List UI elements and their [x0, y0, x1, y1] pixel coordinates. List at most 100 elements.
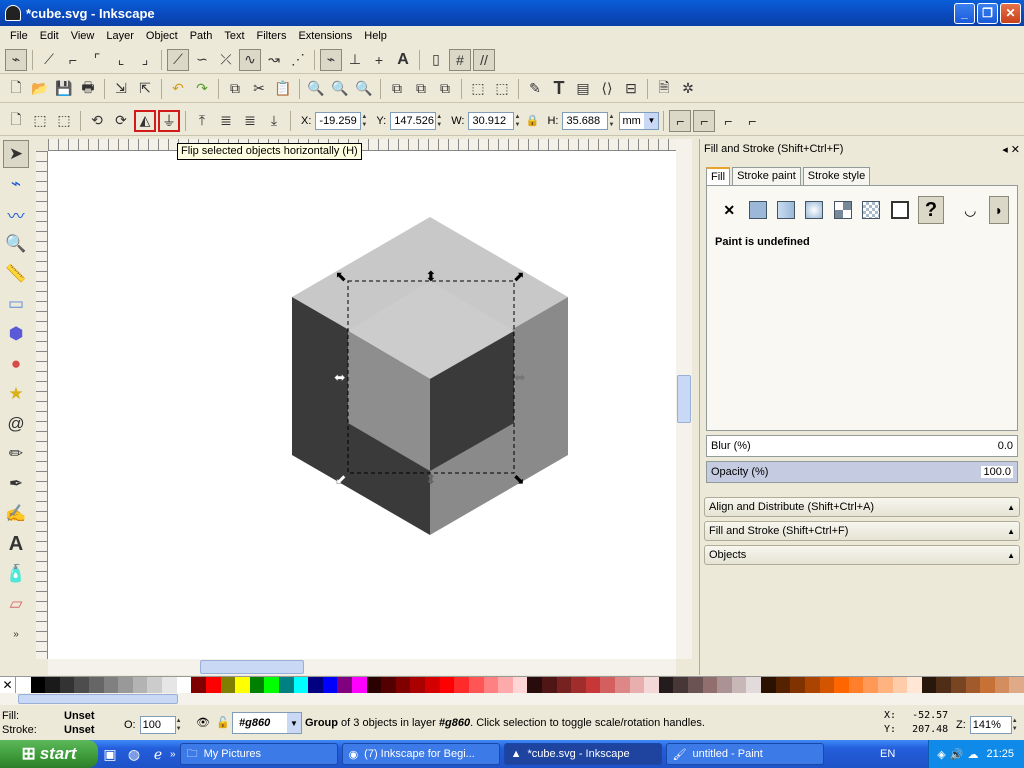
palette-swatch[interactable] — [147, 677, 163, 693]
palette-swatch[interactable] — [541, 677, 557, 693]
palette-swatch[interactable] — [673, 677, 689, 693]
palette-swatch[interactable] — [278, 677, 294, 693]
scale-corners-icon[interactable]: ⌐ — [693, 109, 716, 132]
snap-objects-icon[interactable]: ⌁ — [320, 48, 342, 71]
task-firefox[interactable]: ◉ (7) Inkscape for Begi... — [341, 743, 500, 765]
menu-object[interactable]: Object — [140, 30, 184, 42]
opacity-input[interactable] — [139, 716, 176, 734]
palette-swatch[interactable] — [220, 677, 236, 693]
lower-to-bottom-icon[interactable]: ⤓ — [263, 110, 285, 132]
opacity-spinner[interactable]: ▲ ▼ — [176, 716, 185, 734]
palette-swatch[interactable] — [162, 677, 177, 693]
undo-icon[interactable]: ↶ — [167, 78, 189, 100]
document-properties-icon[interactable]: 🗎 — [653, 78, 675, 100]
blur-value[interactable]: 0.0 — [998, 440, 1013, 452]
palette-swatch[interactable] — [205, 677, 221, 693]
palette-swatch[interactable] — [848, 677, 864, 693]
save-icon[interactable]: 💾 — [53, 78, 75, 100]
palette-swatch[interactable] — [74, 677, 90, 693]
clone-icon[interactable]: ⧉ — [410, 78, 432, 100]
palette-swatch[interactable] — [892, 677, 908, 693]
fill-value[interactable]: Unset — [64, 710, 95, 722]
palette-swatch[interactable] — [498, 677, 513, 693]
preferences-icon[interactable]: ✲ — [677, 78, 699, 100]
tray-help-icon[interactable]: ◈ — [937, 748, 945, 761]
snap-cusp-icon[interactable]: ↝ — [263, 49, 285, 71]
spray-tool-icon[interactable]: 🧴 — [3, 560, 29, 588]
ellipse-tool-icon[interactable]: ● — [3, 350, 29, 378]
horizontal-scrollbar[interactable] — [48, 659, 676, 675]
vertical-scrollbar[interactable] — [676, 139, 692, 659]
palette-swatch[interactable] — [59, 677, 75, 693]
opacity-slider[interactable]: Opacity (%) 100.0 — [706, 461, 1018, 483]
palette-swatch[interactable] — [761, 677, 776, 693]
raise-to-top-icon[interactable]: ⤒ — [191, 110, 213, 132]
fill-stroke-icon[interactable]: ✎ — [524, 78, 546, 100]
palette-swatch[interactable] — [1009, 677, 1024, 693]
task-paint[interactable]: 🖌 untitled - Paint — [665, 743, 824, 765]
scale-handle-w[interactable]: ⬌ — [334, 369, 346, 385]
more-tools-icon[interactable]: » — [3, 620, 29, 648]
horizontal-ruler[interactable] — [48, 139, 676, 151]
snap-guide-icon[interactable]: // — [473, 48, 495, 71]
select-all-layers-icon[interactable]: ⬚ — [29, 110, 51, 132]
transform-gradients-icon[interactable]: ⌐ — [717, 110, 739, 132]
stroke-value[interactable]: Unset — [64, 724, 95, 736]
layer-select[interactable]: #g860 ▼ — [232, 712, 302, 734]
start-button[interactable]: ⊞ start — [0, 740, 98, 768]
ungroup-icon[interactable]: ⬚ — [491, 78, 513, 100]
layers-icon[interactable]: ▤ — [572, 78, 594, 100]
menu-text[interactable]: Text — [218, 30, 250, 42]
snap-toggle-icon[interactable]: ⌁ — [5, 48, 27, 71]
tray-cloud-icon[interactable]: ☁ — [967, 748, 978, 761]
dock-iconify-icon[interactable]: ◂ — [1002, 144, 1008, 156]
copy-icon[interactable]: ⧉ — [224, 78, 246, 100]
y-spinner[interactable]: ▲ ▼ — [436, 112, 445, 130]
panel-fill-stroke[interactable]: Fill and Stroke (Shift+Ctrl+F) ▲ — [704, 521, 1020, 541]
radial-gradient-icon[interactable] — [804, 199, 824, 221]
palette-swatch[interactable] — [994, 677, 1010, 693]
w-input[interactable] — [468, 111, 515, 130]
scale-handle-e[interactable]: ⬌ — [514, 369, 526, 385]
select-all-icon[interactable]: 🗋 — [5, 110, 27, 132]
w-spinner[interactable]: ▲ ▼ — [514, 112, 523, 130]
palette-swatch[interactable] — [907, 677, 922, 693]
zoom-drawing-icon[interactable]: 🔍 — [329, 78, 351, 100]
rotate-cw-icon[interactable]: ⟳ — [110, 110, 132, 132]
palette-swatch[interactable] — [425, 677, 440, 693]
snap-smooth-icon[interactable]: ∿ — [239, 48, 261, 71]
palette-swatch[interactable] — [936, 677, 951, 693]
rectangle-tool-icon[interactable]: ▭ — [3, 290, 29, 318]
horizontal-scroll-thumb[interactable] — [200, 660, 304, 674]
palette-swatch[interactable] — [308, 677, 323, 693]
palette-swatch[interactable] — [877, 677, 893, 693]
vertical-ruler[interactable] — [36, 151, 48, 659]
selector-tool-icon[interactable]: ➤ — [3, 140, 29, 168]
snap-edges-icon[interactable]: ⌐ — [62, 49, 84, 71]
new-document-icon[interactable]: 🗋 — [5, 78, 27, 100]
tab-stroke-paint[interactable]: Stroke paint — [732, 167, 801, 185]
menu-view[interactable]: View — [65, 30, 101, 42]
drawing-canvas[interactable]: ⬉ ⬍ ⬈ ⬌ ⬌ ⬋ ⬍ ⬊ — [48, 151, 676, 659]
palette-swatch[interactable] — [381, 677, 396, 693]
h-spinner[interactable]: ▲ ▼ — [608, 112, 617, 130]
palette-swatch[interactable] — [556, 677, 572, 693]
scale-handle-nw[interactable]: ⬉ — [335, 268, 347, 284]
palette-swatch[interactable] — [395, 677, 411, 693]
palette-swatch[interactable] — [352, 677, 367, 693]
blur-slider[interactable]: Blur (%) 0.0 — [706, 435, 1018, 457]
palette-swatch[interactable] — [600, 677, 615, 693]
palette-swatch[interactable] — [176, 677, 192, 693]
export-icon[interactable]: ⇱ — [134, 78, 156, 100]
palette-swatch[interactable] — [322, 677, 338, 693]
snap-rotation-center-icon[interactable]: ⊥ — [344, 49, 366, 71]
fill-rule-nonzero-icon[interactable]: ◗ — [988, 196, 1010, 224]
snap-text-baseline-icon[interactable]: A — [392, 49, 414, 71]
palette-swatch[interactable] — [337, 677, 353, 693]
text-tool-icon[interactable]: A — [3, 530, 29, 558]
x-spinner[interactable]: ▲ ▼ — [361, 112, 370, 130]
palette-swatch[interactable] — [921, 677, 937, 693]
lock-proportions-icon[interactable]: 🔒 — [524, 110, 540, 132]
palette-swatch[interactable] — [571, 677, 586, 693]
task-inkscape[interactable]: ▲ *cube.svg - Inkscape — [503, 743, 662, 765]
